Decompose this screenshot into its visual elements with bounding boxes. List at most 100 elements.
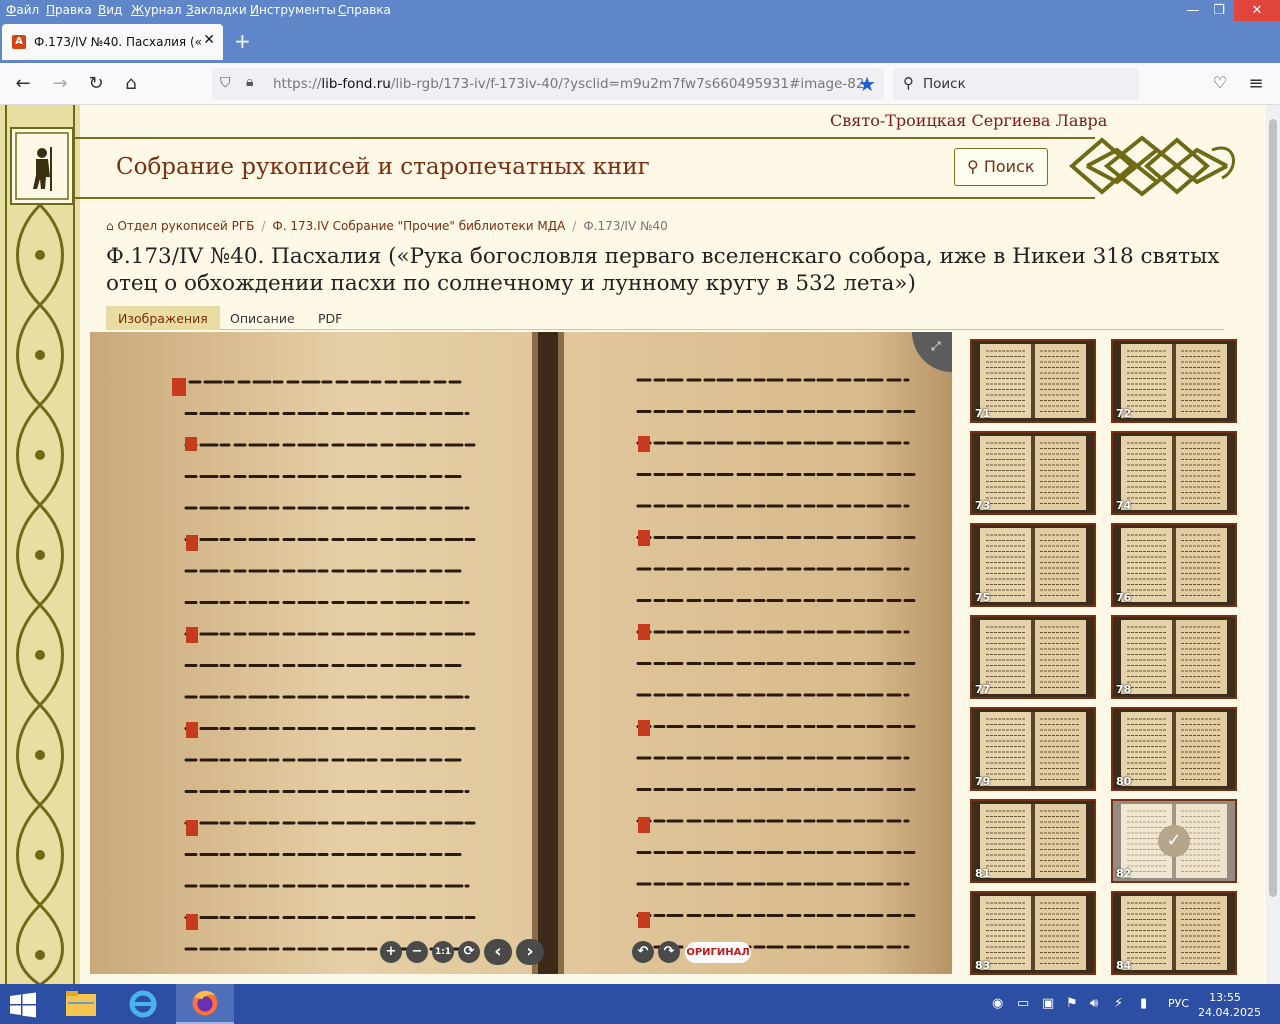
search-icon: ⚲ xyxy=(903,74,914,92)
thumbnail-72[interactable]: 72 xyxy=(1111,339,1237,423)
home-icon[interactable]: ⌂ xyxy=(120,73,142,94)
page-title: Ф.173/IV №40. Пасхалия («Рука богословля… xyxy=(106,244,1220,296)
navigation-toolbar: ← → ↻ ⌂ ⛉ 🔒︎ https://lib-fond.ru/lib-rgb… xyxy=(0,63,1280,105)
app-tray-icon[interactable]: ▣ xyxy=(1042,996,1054,1011)
address-bar[interactable]: ⛉ 🔒︎ https://lib-fond.ru/lib-rgb/173-iv/… xyxy=(212,68,884,100)
window-close-button[interactable]: ✕ xyxy=(1234,0,1280,21)
device-icon[interactable]: ▭ xyxy=(1017,996,1029,1011)
internet-explorer-icon[interactable] xyxy=(114,984,172,1024)
zoom-out-button[interactable]: − xyxy=(406,941,428,963)
original-button[interactable]: ОРИГИНАЛ xyxy=(685,942,751,963)
actual-size-button[interactable]: 1:1 xyxy=(432,941,454,963)
thumbnail-80[interactable]: 80 xyxy=(1111,707,1237,791)
thumbnail-number: 80 xyxy=(1116,775,1132,788)
thumbnail-number: 76 xyxy=(1116,591,1132,604)
web-page: Свято-Троицкая Сергиева Лавра Собрание р… xyxy=(0,105,1266,985)
new-tab-button[interactable]: + xyxy=(234,29,251,53)
thumbnail-81[interactable]: 81 xyxy=(970,799,1096,883)
next-image-button[interactable]: › xyxy=(516,939,544,965)
ornament-border-left xyxy=(0,105,80,985)
tab-pdf[interactable]: PDF xyxy=(306,306,354,330)
reset-button[interactable]: ⟳ xyxy=(458,941,480,963)
thumbnail-76[interactable]: 76 xyxy=(1111,523,1237,607)
pilgrim-logo-icon[interactable] xyxy=(10,127,74,205)
menu-edit[interactable]: Правка xyxy=(46,3,92,17)
lavra-title[interactable]: Свято-Троицкая Сергиева Лавра xyxy=(830,111,1107,130)
viewer-controls: + − 1:1 ⟳ ‹ › ↶ ↷ ОРИГИНАЛ xyxy=(380,939,780,965)
menu-tools[interactable]: Инструменты xyxy=(250,3,336,17)
thumbnail-number: 81 xyxy=(975,867,991,880)
thumbnail-number: 75 xyxy=(975,591,991,604)
tab-close-icon[interactable]: ✕ xyxy=(203,32,215,48)
breadcrumb-current: Ф.173/IV №40 xyxy=(583,219,668,233)
url-text[interactable]: https://lib-fond.ru/lib-rgb/173-iv/f-173… xyxy=(273,76,864,92)
rotate-left-button[interactable]: ↶ xyxy=(632,941,654,963)
thumbnail-82[interactable]: ✓ 82 xyxy=(1111,799,1237,883)
breadcrumb-link-dept[interactable]: Отдел рукописей РГБ xyxy=(117,219,254,233)
power-icon[interactable]: ⚡ xyxy=(1114,996,1123,1011)
tab-images[interactable]: Изображения xyxy=(106,306,220,330)
tab-title: Ф.173/IV №40. Пасхалия («Рука богословля xyxy=(34,35,202,49)
pocket-icon[interactable]: ♡ xyxy=(1209,73,1231,92)
thumbnail-number: 77 xyxy=(975,683,991,696)
image-viewer[interactable]: ⤢ + − 1:1 ⟳ ‹ › ↶ ↷ ОРИГИНАЛ xyxy=(90,332,952,974)
breadcrumb-link-fond[interactable]: Ф. 173.IV Собрание "Прочие" библиотеки М… xyxy=(272,219,565,233)
search-input[interactable]: ⚲ Поиск xyxy=(893,68,1139,100)
thumbnail-number: 73 xyxy=(975,499,991,512)
tab-description[interactable]: Описание xyxy=(218,306,307,330)
bookmark-star-icon[interactable]: ★ xyxy=(858,72,876,96)
page-scrollbar[interactable] xyxy=(1266,105,1280,985)
breadcrumb: ⌂ Отдел рукописей РГБ / Ф. 173.IV Собрание… xyxy=(106,219,668,233)
thumbnail-71[interactable]: 71 xyxy=(970,339,1096,423)
browser-tab-active[interactable]: A Ф.173/IV №40. Пасхалия («Рука богослов… xyxy=(2,24,223,60)
hamburger-menu-icon[interactable]: ≡ xyxy=(1245,73,1267,94)
site-favicon-icon: A xyxy=(12,35,26,49)
thumbnail-73[interactable]: 73 xyxy=(970,431,1096,515)
restore-button[interactable]: ❐ xyxy=(1204,0,1234,21)
ornament-knot-icon xyxy=(1068,135,1235,197)
language-indicator[interactable]: РУС xyxy=(1168,997,1189,1010)
manuscript-image[interactable] xyxy=(90,332,952,974)
volume-icon[interactable]: 🔊︎ xyxy=(1090,996,1098,1011)
windows-start-icon[interactable] xyxy=(8,992,38,1018)
back-icon[interactable]: ← xyxy=(12,73,34,94)
thumbnail-78[interactable]: 78 xyxy=(1111,615,1237,699)
file-explorer-icon[interactable] xyxy=(52,984,110,1024)
thumbnail-79[interactable]: 79 xyxy=(970,707,1096,791)
thumbnail-number: 79 xyxy=(975,775,991,788)
zoom-in-button[interactable]: + xyxy=(380,941,402,963)
prev-image-button[interactable]: ‹ xyxy=(484,939,512,965)
thumbnail-77[interactable]: 77 xyxy=(970,615,1096,699)
reload-icon[interactable]: ↻ xyxy=(85,73,107,94)
thumbnail-74[interactable]: 74 xyxy=(1111,431,1237,515)
document-tabs: Изображения Описание PDF xyxy=(106,306,1224,330)
network-status-icon[interactable]: ◉ xyxy=(992,996,1003,1011)
menu-view[interactable]: Вид xyxy=(98,3,122,17)
taskbar: ◉ ▭ ▣ ⚑ 🔊︎ ⚡ ▮ РУС 13:55 24.04.2025 xyxy=(0,984,1280,1024)
menu-bookmarks[interactable]: Закладки xyxy=(186,3,247,17)
menu-history[interactable]: Журнал xyxy=(131,3,182,17)
breadcrumb-home-icon[interactable]: ⌂ xyxy=(106,219,117,233)
firefox-taskbar-icon[interactable] xyxy=(176,984,234,1024)
menu-bar: Файл Правка Вид Журнал Закладки Инструме… xyxy=(0,0,1280,21)
site-search-button[interactable]: ⚲ Поиск xyxy=(954,148,1048,186)
site-title[interactable]: Собрание рукописей и старопечатных книг xyxy=(116,154,650,180)
thumbnail-84[interactable]: 84 xyxy=(1111,891,1237,975)
flag-icon[interactable]: ⚑ xyxy=(1066,996,1078,1011)
menu-help[interactable]: Справка xyxy=(338,3,391,17)
thumbnail-75[interactable]: 75 xyxy=(970,523,1096,607)
thumbnail-number: 83 xyxy=(975,959,991,972)
thumbnail-number: 74 xyxy=(1116,499,1132,512)
wifi-icon[interactable]: ▮ xyxy=(1140,996,1147,1011)
lock-icon[interactable]: 🔒︎ xyxy=(246,74,253,90)
forward-icon[interactable]: → xyxy=(49,73,71,94)
thumbnail-number: 84 xyxy=(1116,959,1132,972)
clock[interactable]: 13:55 24.04.2025 xyxy=(1198,990,1261,1020)
search-icon: ⚲ xyxy=(967,157,984,176)
thumbnail-number: 72 xyxy=(1116,407,1132,420)
thumbnail-83[interactable]: 83 xyxy=(970,891,1096,975)
menu-file[interactable]: Файл xyxy=(6,3,39,17)
tracking-shield-icon[interactable]: ⛉ xyxy=(220,75,231,91)
scrollbar-thumb[interactable] xyxy=(1269,119,1277,897)
rotate-right-button[interactable]: ↷ xyxy=(658,941,680,963)
